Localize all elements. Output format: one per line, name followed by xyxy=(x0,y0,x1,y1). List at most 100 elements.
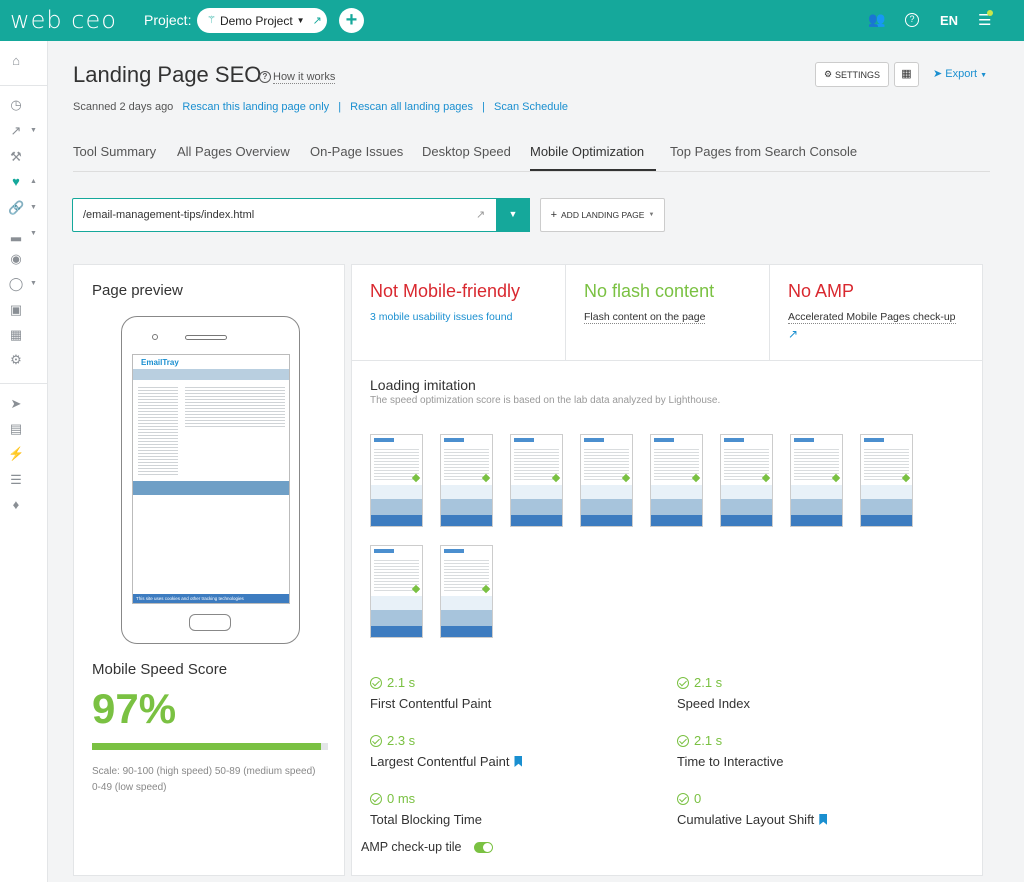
bar-chart-icon[interactable]: ▂ xyxy=(8,226,24,242)
export-label: Export xyxy=(945,68,978,80)
add-landing-page-button[interactable]: + ADD LANDING PAGE ▼ xyxy=(540,198,665,232)
screen-nav-lines xyxy=(138,385,178,475)
add-landing-page-label: ADD LANDING PAGE xyxy=(561,210,645,220)
screen-header-band xyxy=(133,369,289,380)
tab-on-page-issues[interactable]: On-Page Issues xyxy=(310,144,403,159)
metric-name: Speed Index xyxy=(677,696,750,711)
help-icon[interactable]: ? xyxy=(905,13,919,27)
frame-part xyxy=(861,499,912,515)
chat-icon[interactable]: ◯ xyxy=(8,276,24,292)
mobile-speed-score-title: Mobile Speed Score xyxy=(92,661,228,678)
bookmark-icon[interactable] xyxy=(819,814,828,825)
frame-part xyxy=(371,515,422,526)
frame-part xyxy=(441,626,492,637)
schedule-button[interactable]: ▦ xyxy=(894,62,919,87)
external-link-icon[interactable]: ↗ xyxy=(476,208,485,221)
screen-cookie-banner: This site uses cookies and other trackin… xyxy=(133,594,289,603)
flash-content-cell: No flash content Flash content on the pa… xyxy=(566,265,770,360)
help-icon[interactable]: ? xyxy=(259,71,271,83)
frame-part xyxy=(581,499,632,515)
wrench-icon[interactable]: ⚒ xyxy=(8,149,24,165)
caret-down-icon: ▼ xyxy=(508,209,518,219)
frame-part xyxy=(371,626,422,637)
frame-part xyxy=(371,499,422,515)
page-title: Landing Page SEO xyxy=(73,62,262,87)
chevron-down-icon: ▼ xyxy=(30,230,37,237)
amp-checkup-label: Accelerated Mobile Pages check-up xyxy=(788,311,956,324)
mobile-friendly-status: Not Mobile-friendly xyxy=(370,281,521,301)
caret-down-icon: ▼ xyxy=(980,72,988,79)
metric-value: 2.1 s xyxy=(370,675,415,690)
page-preview-panel: Page preview EmailTray This site uses co… xyxy=(73,264,345,876)
loading-frame-thumbnail xyxy=(370,545,423,638)
mobile-details-panel: Not Mobile-friendly 3 mobile usability i… xyxy=(351,264,983,876)
loading-frame-thumbnail xyxy=(790,434,843,527)
binoculars-icon[interactable]: ▣ xyxy=(8,302,24,318)
frame-part xyxy=(584,438,604,442)
speed-score-bar-fill xyxy=(92,743,321,750)
heartbeat-icon[interactable]: ♥ xyxy=(8,174,24,190)
chevron-down-icon: ▼ xyxy=(30,204,37,211)
bookmark-icon[interactable] xyxy=(514,756,523,767)
flash-content-label: Flash content on the page xyxy=(584,311,706,324)
metric-name: First Contentful Paint xyxy=(370,696,491,711)
project-selector[interactable]: ⚚ Demo Project ▼ ↗ xyxy=(197,8,327,33)
scan-schedule-link[interactable]: Scan Schedule xyxy=(494,101,568,113)
landing-page-select[interactable]: /email-management-tips/index.html ↗ xyxy=(72,198,530,232)
active-tab-indicator xyxy=(530,169,656,171)
frame-part xyxy=(581,515,632,526)
list-icon[interactable]: ☰ xyxy=(8,472,24,488)
loading-frame-thumbnail xyxy=(860,434,913,527)
tab-tool-summary[interactable]: Tool Summary xyxy=(73,144,156,159)
flash-content-status: No flash content xyxy=(584,281,715,301)
frame-part xyxy=(651,485,702,499)
webceo-logo[interactable]: web ceo xyxy=(10,6,117,34)
pdf-report-icon[interactable]: ▤ xyxy=(8,421,24,437)
mobile-speed-score-value: 97% xyxy=(92,685,177,732)
top-bar: web ceo Project: ⚚ Demo Project ▼ ↗ + 👥 … xyxy=(0,0,1024,41)
loading-frame-thumbnail xyxy=(720,434,773,527)
link-icon[interactable]: 🔗 xyxy=(8,200,24,216)
tab-top-pages-search-console[interactable]: Top Pages from Search Console xyxy=(670,144,857,159)
speed-index-value: 2.1 s xyxy=(694,675,723,690)
check-circle-icon xyxy=(370,734,382,747)
loading-frame-thumbnail xyxy=(650,434,703,527)
language-selector[interactable]: EN xyxy=(940,13,958,28)
frame-part xyxy=(374,438,394,442)
tab-all-pages-overview[interactable]: All Pages Overview xyxy=(177,144,290,159)
external-link-icon[interactable]: ↗ xyxy=(313,14,322,27)
tab-mobile-optimization[interactable]: Mobile Optimization xyxy=(530,144,644,159)
phone-speaker xyxy=(185,335,227,340)
settings-gear-icon[interactable]: ⚙ xyxy=(8,352,24,368)
bell-icon[interactable]: ♦ xyxy=(8,497,24,513)
lightning-icon[interactable]: ⚡ xyxy=(8,446,24,462)
rescan-page-link[interactable]: Rescan this landing page only xyxy=(182,101,329,113)
rankings-icon[interactable]: ↗ xyxy=(8,123,24,139)
frame-part xyxy=(441,596,492,610)
calendar-icon[interactable]: ▦ xyxy=(8,327,24,343)
frame-part xyxy=(444,549,464,553)
lcp-label: Largest Contentful Paint xyxy=(370,754,510,769)
settings-button[interactable]: ⚙ SETTINGS xyxy=(815,62,889,87)
rescan-all-link[interactable]: Rescan all landing pages xyxy=(350,101,473,113)
frame-part xyxy=(791,499,842,515)
mobile-usability-issues-link[interactable]: 3 mobile usability issues found xyxy=(370,311,512,323)
export-button[interactable]: ➤ Export ▼ xyxy=(933,67,987,80)
rocket-icon[interactable]: ➤ xyxy=(8,396,24,412)
location-pin-icon[interactable]: ◉ xyxy=(8,251,24,267)
landing-page-dropdown-button[interactable]: ▼ xyxy=(496,198,530,232)
home-icon[interactable]: ⌂ xyxy=(8,53,24,69)
tab-desktop-speed[interactable]: Desktop Speed xyxy=(422,144,511,159)
how-it-works-link[interactable]: How it works xyxy=(273,71,336,84)
external-link-icon[interactable]: ↗ xyxy=(788,327,798,341)
amp-tile-toggle[interactable] xyxy=(474,842,493,853)
frame-part xyxy=(444,438,464,442)
plus-icon: + xyxy=(550,209,558,221)
metric-name: Total Blocking Time xyxy=(370,812,482,827)
dashboard-icon[interactable]: ◷ xyxy=(8,97,24,113)
add-project-button[interactable]: + xyxy=(339,8,364,33)
users-icon[interactable]: 👥 xyxy=(868,11,885,28)
tbt-value: 0 ms xyxy=(387,791,416,806)
frame-part xyxy=(651,515,702,526)
fcp-value: 2.1 s xyxy=(387,675,416,690)
